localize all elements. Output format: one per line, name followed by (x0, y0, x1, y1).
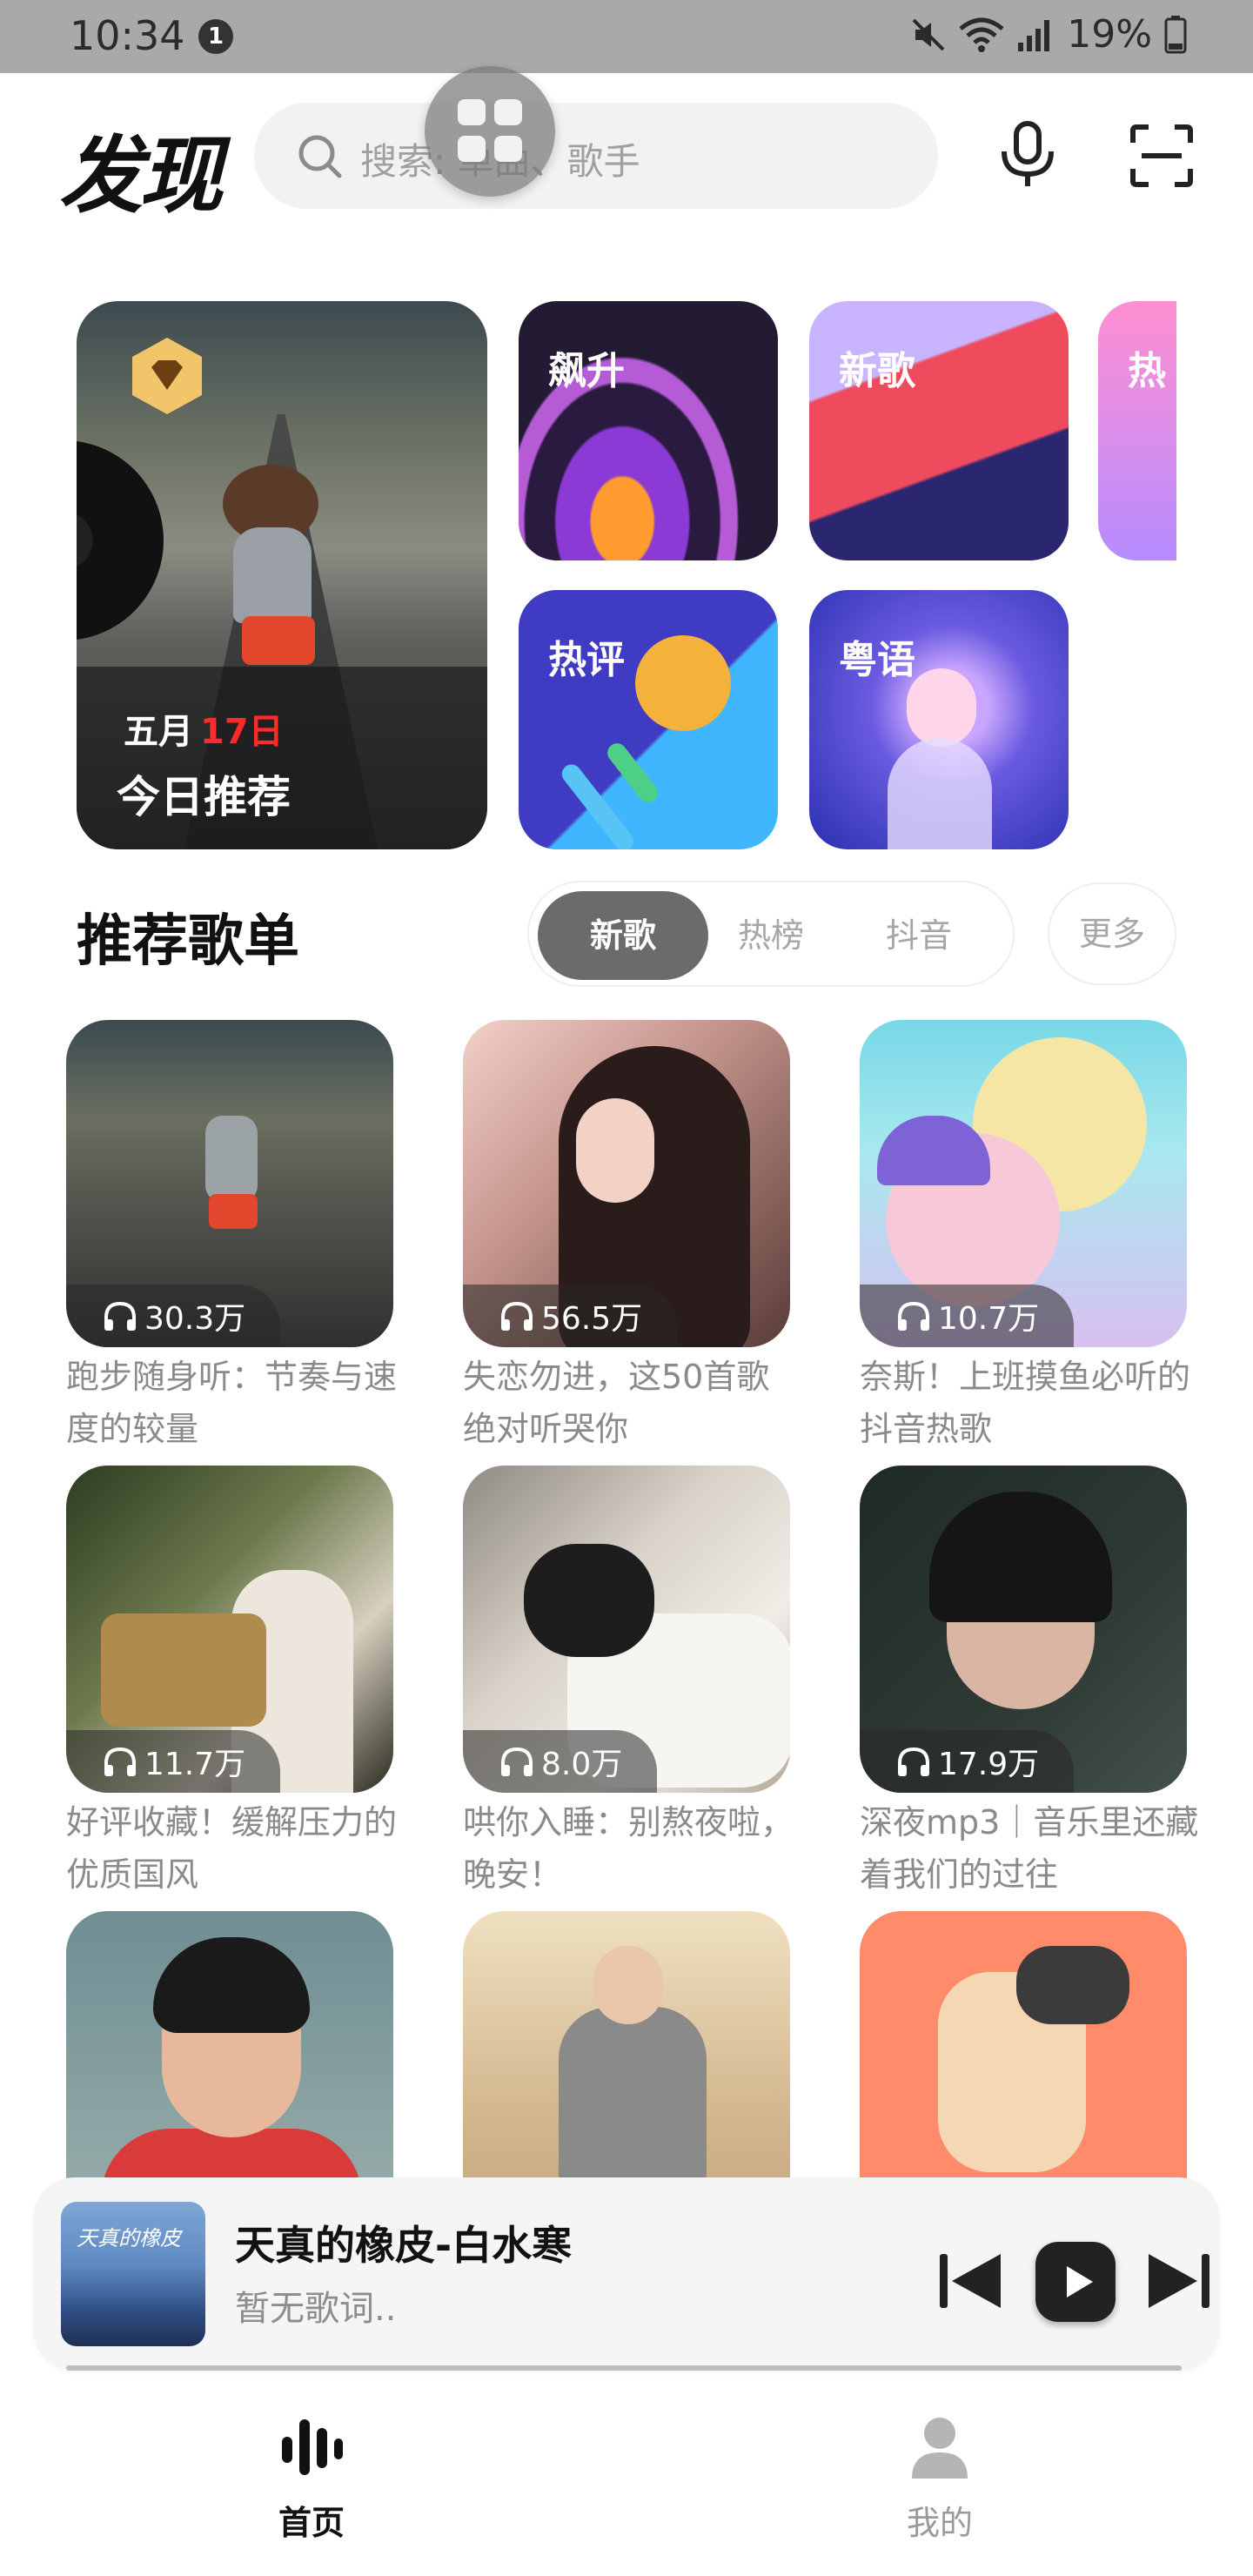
playlist-title: 奈斯！上班摸鱼必听的抖音热歌 (860, 1358, 1191, 1448)
diamond-icon (131, 336, 204, 416)
floating-menu-button[interactable] (425, 66, 555, 197)
playlist-cover: 30.3万 (66, 1020, 393, 1347)
playlist-cover: 17.9万 (860, 1466, 1187, 1793)
category-label: 热 (1128, 349, 1166, 393)
playlist-cover: 11.7万 (66, 1466, 393, 1793)
bottom-nav: 首页 我的 (0, 2385, 1253, 2576)
user-icon (912, 2418, 968, 2479)
category-hot[interactable]: 热 (1098, 301, 1176, 560)
tab-hot-chart[interactable]: 热榜 (686, 891, 856, 980)
status-bar: 10:34 1 19% (0, 0, 1253, 73)
playlist-card[interactable]: 17.9万 深夜mp3｜音乐里还藏着我们的过往 (860, 1466, 1198, 1901)
daily-month: 五月 (124, 712, 193, 752)
cover-text: 天真的橡皮 (77, 2226, 181, 2251)
category-new-songs[interactable]: 新歌 (809, 301, 1069, 560)
vinyl-icon (77, 440, 164, 641)
playlist-card[interactable]: 30.3万 跑步随身听：节奏与速度的较量 (66, 1020, 397, 1455)
scan-button[interactable] (1129, 124, 1194, 191)
headphones-icon (501, 1747, 533, 1776)
section-title: 推荐歌单 (77, 909, 299, 974)
play-count: 10.7万 (860, 1285, 1075, 1347)
category-label: 热评 (548, 638, 625, 682)
headphones-icon (104, 1301, 136, 1331)
play-count: 30.3万 (66, 1285, 281, 1347)
playlist-card[interactable]: 10.7万 奈斯！上班摸鱼必听的抖音热歌 (860, 1020, 1190, 1455)
category-label: 粤语 (839, 638, 915, 682)
playlist-card[interactable]: 11.7万 好评收藏！缓解压力的优质国风 (66, 1466, 397, 1901)
playlist-title: 跑步随身听：节奏与速度的较量 (66, 1358, 398, 1448)
notification-badge: 1 (198, 19, 233, 54)
nav-home-label: 首页 (278, 2504, 345, 2542)
status-icons: 19% (910, 12, 1187, 57)
category-soaring[interactable]: 飙升 (519, 301, 778, 560)
playlist-tabs: 新歌 热榜 抖音 (527, 881, 1015, 987)
play-count: 17.9万 (860, 1730, 1075, 1793)
playlist-title: 好评收藏！缓解压力的优质国风 (66, 1803, 398, 1894)
play-button[interactable] (1035, 2242, 1116, 2322)
now-playing-title: 天真的橡皮-白水寒 (235, 2222, 573, 2269)
playlist-cover: 8.0万 (463, 1466, 790, 1793)
app-grid-icon (458, 99, 522, 164)
signal-icon (1016, 17, 1055, 53)
play-count: 8.0万 (463, 1730, 658, 1793)
tab-new-songs[interactable]: 新歌 (538, 891, 708, 980)
playlist-title: 深夜mp3｜音乐里还藏着我们的过往 (860, 1803, 1199, 1894)
daily-day: 17日 (200, 712, 284, 752)
daily-title: 今日推荐 (117, 772, 291, 822)
playlist-title: 哄你入睡：别熬夜啦，晚安！ (463, 1803, 794, 1894)
nav-home[interactable]: 首页 (224, 2412, 399, 2544)
nav-mine[interactable]: 我的 (853, 2412, 1027, 2544)
more-button[interactable]: 更多 (1048, 882, 1176, 985)
search-bar[interactable]: 搜索: 单曲、歌手 (254, 103, 938, 209)
voice-search-button[interactable] (999, 120, 1056, 193)
headphones-icon (501, 1301, 533, 1331)
play-count: 56.5万 (463, 1285, 678, 1347)
previous-button[interactable] (938, 2251, 1004, 2315)
headphones-icon (898, 1301, 929, 1331)
now-playing-cover: 天真的橡皮 (61, 2202, 205, 2346)
lyrics-status: 暂无歌词.. (235, 2289, 397, 2329)
playlist-card[interactable]: 8.0万 哄你入睡：别熬夜啦，晚安！ (463, 1466, 794, 1901)
sound-bars-icon (282, 2419, 343, 2475)
playlist-cover: 10.7万 (860, 1020, 1187, 1347)
playback-progress-bar[interactable] (66, 2365, 1182, 2371)
category-hot-comments[interactable]: 热评 (519, 590, 778, 849)
daily-date: 五月 17日 (124, 703, 284, 754)
playlist-title: 失恋勿进，这50首歌绝对听哭你 (463, 1358, 770, 1448)
nav-mine-label: 我的 (906, 2504, 973, 2542)
tab-douyin[interactable]: 抖音 (834, 891, 1004, 980)
headphones-icon (898, 1747, 929, 1776)
mini-player[interactable]: 天真的橡皮 天真的橡皮-白水寒 暂无歌词.. (33, 2177, 1220, 2371)
status-time: 10:34 (70, 12, 185, 59)
page-title: 发现 (59, 127, 223, 225)
daily-recommend-card[interactable]: 五月 17日 今日推荐 (77, 301, 487, 849)
wifi-icon (959, 17, 1004, 53)
headphones-icon (104, 1747, 136, 1776)
category-label: 新歌 (839, 349, 915, 393)
category-cantonese[interactable]: 粤语 (809, 590, 1069, 849)
battery-percent: 19% (1067, 12, 1152, 57)
mute-icon (910, 17, 947, 53)
next-button[interactable] (1145, 2251, 1211, 2315)
battery-icon (1164, 15, 1187, 54)
play-count: 11.7万 (66, 1730, 281, 1793)
search-icon (296, 132, 345, 184)
category-label: 飙升 (548, 349, 625, 393)
playlist-card[interactable]: 56.5万 失恋勿进，这50首歌绝对听哭你 (463, 1020, 790, 1455)
playlist-cover: 56.5万 (463, 1020, 790, 1347)
